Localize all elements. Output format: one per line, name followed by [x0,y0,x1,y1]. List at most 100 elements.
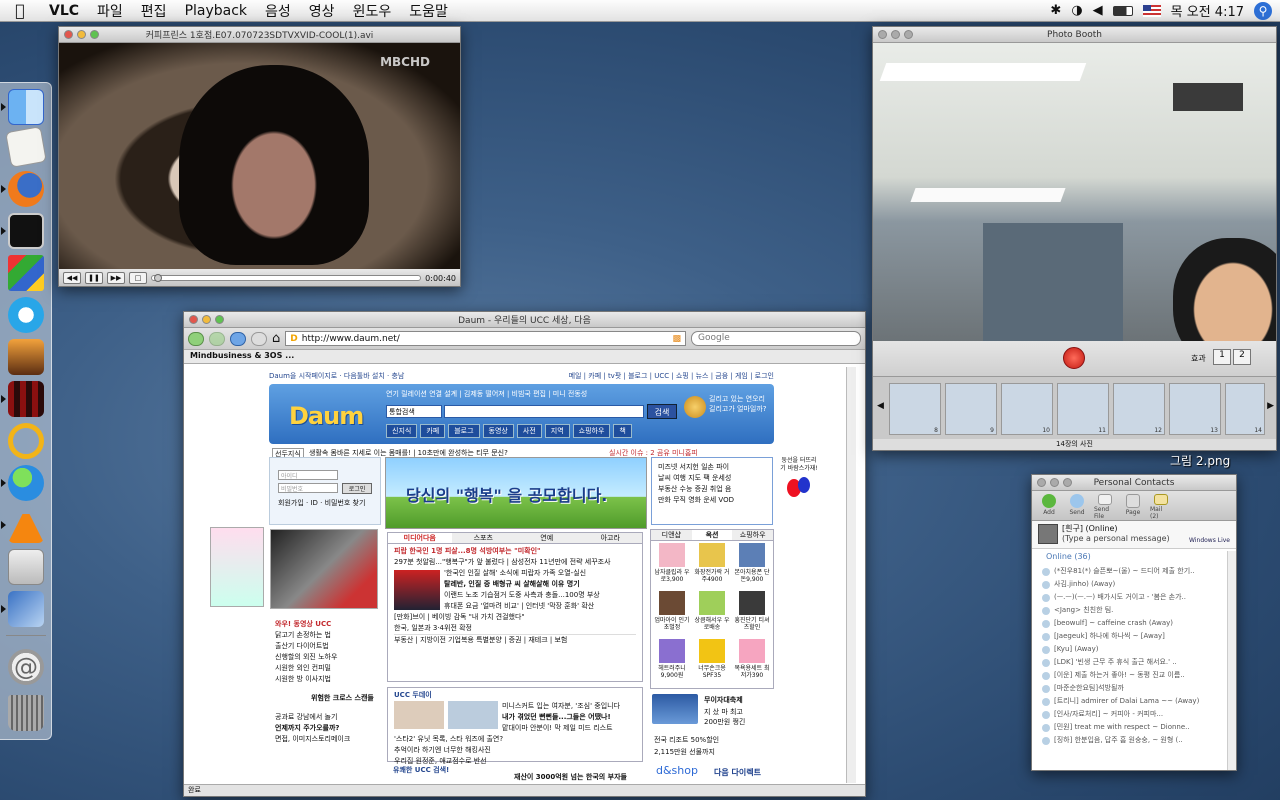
left-ucc-item[interactable]: 출산기 다이어트법 [275,641,375,652]
right-link-1[interactable]: 날씨 여행 지도 팩 운세성 [658,473,766,484]
shop-item[interactable]: 화장전가락 거주4900 [693,543,731,589]
close-button[interactable] [64,30,73,39]
tab-cafe[interactable]: 카페 [420,424,446,438]
contact-row[interactable]: [이운] 제출 하는거 좋아! ~ 동평 진교 이름.. [1032,669,1236,682]
page-scrollbar[interactable] [846,367,856,783]
news-photo[interactable] [394,570,440,610]
minimize-button[interactable] [77,30,86,39]
balloon-text[interactable]: 둥선을 터뜨리기 바람스가재! [779,457,819,473]
strip-right-arrow-icon[interactable]: ▶ [1267,401,1274,411]
tab-auction[interactable]: 옥션 [691,530,733,540]
right-link-3[interactable]: 만화 무직 영화 운세 VOD [658,495,766,506]
left-ad-image[interactable] [210,527,264,607]
strip-left-arrow-icon[interactable]: ◀ [877,401,884,411]
app-menu[interactable]: VLC [40,3,88,19]
search-scope-select[interactable]: 통합검색 [386,405,442,418]
contact-row[interactable]: [Kyu] (Away) [1032,643,1236,656]
forward-button[interactable] [209,331,225,346]
mail-at-icon[interactable]: @ [8,649,44,685]
left-ucc-title[interactable]: 와우! 동영상 UCC [275,619,375,630]
news-item[interactable]: 휴대폰 요금 '얼마려 비교' | 인터넷 '막장 훈화' 확산 [444,601,636,612]
daum-logo[interactable]: Daum [289,402,364,430]
daum-search-button[interactable]: 검색 [647,404,677,419]
ucc-banner[interactable]: 당신의 "행복" 을 공모합니다. [385,457,647,529]
ucc-thumb[interactable] [394,701,444,729]
dnshop-logo[interactable]: d&shop [656,764,698,777]
mac-apps-icon[interactable] [8,549,44,585]
left-ad-line[interactable]: 공과료 강남에서 놀기 [275,712,375,723]
left-ad-line[interactable]: 언제까지 주가오를까? [275,723,375,734]
tab-books[interactable]: 책 [613,424,632,438]
address-bar[interactable]: Dhttp://www.daum.net/ ▩ [285,331,686,346]
left-ucc-item[interactable]: 닭고기 손정하는 법 [275,630,375,641]
menu-playback[interactable]: Playback [176,3,256,19]
market-list-item[interactable]: 전국 리조트 50%할인 [654,735,719,745]
bookmark-bar[interactable]: Mindbusiness & 3OS ... [184,350,865,364]
ucc-extra[interactable]: 유쾌한 UCC 검색! [393,765,449,775]
photo-thumb[interactable]: 14 [1225,383,1265,435]
forward-button[interactable]: ▶▶ [107,272,125,284]
search-input[interactable]: Google [691,331,861,346]
textedit-icon[interactable] [5,126,47,168]
photo-thumb[interactable]: 10 [1001,383,1053,435]
send-file-button[interactable]: Send File [1094,494,1116,520]
ucc-item[interactable]: 미니스커트 입는 여자분, '조심' 중입니다 [502,701,636,712]
zoom-button[interactable] [215,315,224,324]
news-item[interactable]: 탈레반, 인질 중 배형규 씨 살해살해 이유 명기 [444,579,636,590]
terminal-icon[interactable] [8,213,44,249]
close-button[interactable] [878,30,887,39]
fullscreen-button[interactable]: □ [129,272,147,284]
news-item[interactable]: [만화]브이 | 베이빙 감독 "내 가치 견걸했다" [394,612,636,623]
itunes-icon[interactable] [8,297,44,333]
minimize-button[interactable] [891,30,900,39]
menu-help[interactable]: 도움말 [400,1,457,21]
tab-shoppinghow[interactable]: 쇼핑하우 [732,530,773,540]
photo-thumb[interactable]: 9 [945,383,997,435]
seek-knob[interactable] [154,274,162,282]
top-links-right[interactable]: 메일 | 카페 | tv팟 | 블로그 | UCC | 쇼핑 | 뉴스 | 금융… [522,371,774,381]
menu-file[interactable]: 파일 [88,1,132,21]
tab-blog[interactable]: 블로그 [448,424,480,438]
tab-knowledge[interactable]: 신지식 [386,424,418,438]
nateon-icon[interactable] [8,423,44,459]
dvd-player-icon[interactable] [8,381,44,417]
ucc-item[interactable]: 내가 겪었던 뻔뻔들...그들은 어땠나! [502,712,636,723]
spotlight-icon[interactable]: ⚲ [1254,1,1272,20]
hot-keywords[interactable]: 연기 릴레이션 연결 설계 | 김제동 떨어져 | 비빔국 편집 | 미니 전동… [386,389,626,399]
menu-edit[interactable]: 편집 [132,1,176,21]
tab-entertainment[interactable]: 연예 [515,533,579,543]
shop-item[interactable]: 엄마아이 인기초벌정 [653,591,691,637]
vlc-titlebar[interactable]: 커피프린스 1호점.E07.070723SDTVXVID-COOL(1).avi [59,27,460,43]
desktop-file-label[interactable]: 그림 2.png [1170,452,1230,469]
add-contact-button[interactable]: Add [1038,494,1060,520]
seek-slider[interactable] [151,274,422,282]
battery-icon[interactable] [1112,5,1133,16]
close-button[interactable] [1037,478,1046,487]
video-thumbnail[interactable] [270,529,378,609]
left-ad-caption[interactable]: 위험한 크로스 스캔들 [275,693,375,704]
shop-item[interactable]: 본아치용폰 단돈9,900 [733,543,771,589]
bootcamp-icon[interactable] [8,255,44,291]
contact-row[interactable]: (ㅡ.ㅡ)(ㅡ.ㅡ) 배가시도 거이고 - '봄은 손가.. [1032,591,1236,604]
shop-item[interactable]: 목욕용세트 최저가390 [733,639,771,685]
left-ucc-item[interactable]: 시원한 외인 컨피밀 [275,663,375,674]
browser-titlebar[interactable]: Daum - 우리들의 UCC 세상, 다음 [184,312,865,328]
mail-button[interactable]: Mail (2) [1150,494,1172,520]
contacts-scrollbar[interactable] [1227,551,1236,770]
news-item[interactable]: '한국인 인질 살해' 소식에 피랍자 가족 오열-실신 [444,568,636,579]
home-icon[interactable]: ⌂ [272,331,280,346]
close-button[interactable] [189,315,198,324]
right-link-2[interactable]: 부동산 수능 증권 취업 음 [658,484,766,495]
tab-dictionary[interactable]: 사전 [516,424,542,438]
iphoto-icon[interactable] [8,339,44,375]
photo-booth-titlebar[interactable]: Photo Booth [873,27,1276,43]
messenger-icon[interactable] [8,465,44,501]
contact-row[interactable]: [LDK] '빈생 근무 주 휴식 출근 해서요.' .. [1032,656,1236,669]
login-button[interactable]: 로그인 [342,483,372,494]
contact-row[interactable]: [마준순한요팀]석방될까 [1032,682,1236,695]
tab-shopping[interactable]: 쇼핑하우 [572,424,611,438]
menu-audio[interactable]: 음성 [256,1,300,21]
rewind-button[interactable]: ◀◀ [63,272,81,284]
zoom-button[interactable] [1063,478,1072,487]
zoom-button[interactable] [904,30,913,39]
